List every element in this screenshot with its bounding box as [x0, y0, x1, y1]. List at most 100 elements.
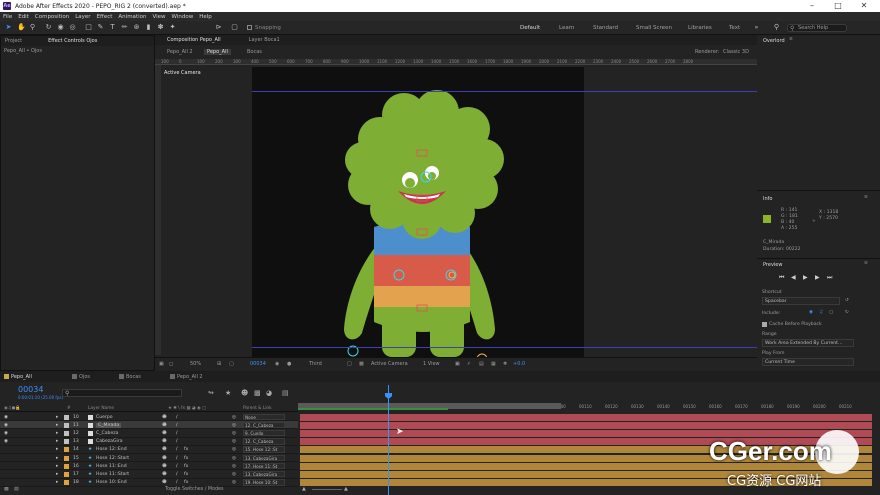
- quality-icon[interactable]: /: [176, 456, 178, 461]
- shy-icon[interactable]: ☻: [162, 472, 167, 477]
- expand-arrow-icon[interactable]: ▸: [56, 456, 58, 461]
- resolution-dropdown[interactable]: Third: [309, 361, 322, 367]
- fit-icon[interactable]: ⊞: [217, 361, 221, 367]
- parent-dropdown[interactable]: 15. Hose 12::St: [243, 446, 285, 453]
- timeline-current-time[interactable]: 00034: [18, 385, 43, 394]
- pickwhip-icon[interactable]: ◎: [232, 431, 236, 436]
- tab-effect-controls[interactable]: Effect Controls Ojos: [44, 38, 101, 44]
- shy-icon[interactable]: ☻: [162, 431, 167, 436]
- shy-layers-icon[interactable]: ☻: [241, 389, 248, 397]
- menu-edit[interactable]: Edit: [15, 14, 32, 20]
- shy-icon[interactable]: ☻: [162, 423, 167, 428]
- quality-icon[interactable]: /: [176, 447, 178, 452]
- label-color[interactable]: [64, 414, 69, 420]
- menu-window[interactable]: Window: [169, 14, 197, 20]
- layer-switches-icon[interactable]: ▩: [4, 487, 9, 492]
- parent-dropdown[interactable]: 17. Hose 11::St: [243, 462, 285, 470]
- parent-dropdown[interactable]: 13. CabezaGira: [243, 454, 285, 461]
- label-color[interactable]: [64, 430, 69, 436]
- play-from-dropdown[interactable]: Current Time: [762, 358, 854, 366]
- label-color[interactable]: [64, 455, 69, 461]
- monitor-icon[interactable]: ◻: [169, 361, 173, 367]
- fx-icon[interactable]: fx: [184, 472, 188, 477]
- parent-dropdown[interactable]: 12. C_Cabeza: [243, 421, 285, 429]
- shy-icon[interactable]: ☻: [162, 415, 167, 420]
- channel-icon[interactable]: ●: [287, 361, 291, 367]
- world-axis-icon[interactable]: ▢: [231, 24, 238, 31]
- draft-3d-icon[interactable]: ★: [225, 389, 231, 397]
- roto-brush-tool-icon[interactable]: ✽: [157, 24, 164, 31]
- layer-row[interactable]: ◉ ▸ 12 C_Cabeza ☻ / ◎ 9. Cuello: [0, 429, 298, 438]
- pickwhip-icon[interactable]: ◎: [232, 456, 236, 461]
- pickwhip-icon[interactable]: ◎: [232, 439, 236, 444]
- menu-file[interactable]: File: [0, 14, 15, 20]
- label-color[interactable]: [64, 463, 69, 469]
- expand-arrow-icon[interactable]: ▸: [56, 439, 58, 444]
- zoom-out-icon[interactable]: ▲: [302, 486, 306, 492]
- eraser-tool-icon[interactable]: ▮: [145, 24, 152, 31]
- transparency-grid-icon[interactable]: ▩: [359, 361, 364, 367]
- maximize-button[interactable]: □: [826, 0, 850, 12]
- layer-duration-bar[interactable]: [300, 413, 872, 421]
- shortcut-dropdown[interactable]: Spacebar: [762, 297, 840, 305]
- zoom-slider[interactable]: [312, 489, 342, 490]
- local-axis-icon[interactable]: ⊳: [215, 24, 222, 31]
- menu-animation[interactable]: Animation: [115, 14, 149, 20]
- shy-icon[interactable]: ☻: [162, 447, 167, 452]
- parent-dropdown[interactable]: None: [243, 413, 285, 420]
- parent-dropdown[interactable]: 12. C_Cabeza: [243, 438, 285, 445]
- motion-blur-icon[interactable]: ◕: [266, 389, 272, 397]
- layer-name[interactable]: C_Mirada: [96, 422, 122, 428]
- toggle-switches-modes[interactable]: Toggle Switches / Modes: [165, 487, 224, 492]
- next-frame-icon[interactable]: ▶: [815, 274, 820, 281]
- layer-name[interactable]: Hose 12::Start: [96, 456, 129, 461]
- workspace-learn[interactable]: Learn: [559, 25, 574, 31]
- pen-tool-icon[interactable]: ✎: [97, 24, 104, 31]
- menu-help[interactable]: Help: [196, 14, 215, 20]
- toggle-pixel-aspect-icon[interactable]: ▣: [455, 361, 460, 367]
- pan-behind-tool-icon[interactable]: ◎: [69, 24, 76, 31]
- graph-editor-icon[interactable]: ▤: [282, 389, 289, 397]
- play-icon[interactable]: ▶: [803, 274, 808, 281]
- cache-checkbox[interactable]: [762, 322, 767, 327]
- rotate-tool-icon[interactable]: ↻: [45, 24, 52, 31]
- zoom-dropdown[interactable]: 50%: [190, 361, 201, 367]
- layer-row[interactable]: ▸ 15 ★ Hose 12::Start ☻ / fx ◎ 13. Cabez…: [0, 454, 298, 463]
- quality-icon[interactable]: /: [176, 423, 178, 428]
- parent-dropdown[interactable]: 9. Cuello: [243, 429, 285, 437]
- layer-name[interactable]: Hose 11::Start: [96, 472, 129, 477]
- layer-name[interactable]: Hose 12::End: [96, 447, 127, 452]
- workspace-text[interactable]: Text: [729, 25, 740, 31]
- include-video-icon[interactable]: ◉: [809, 310, 813, 315]
- eye-icon[interactable]: ◉: [4, 415, 8, 420]
- comp-mini-flowchart-icon[interactable]: ↬: [208, 389, 214, 397]
- info-menu-icon[interactable]: ≡: [864, 195, 868, 200]
- layer-row[interactable]: ▸ 16 ★ Hose 11::End ☻ / fx ◎ 17. Hose 11…: [0, 462, 298, 471]
- tab-layer[interactable]: Layer Boca1: [245, 37, 284, 43]
- fx-icon[interactable]: fx: [184, 464, 188, 469]
- breadcrumb-pepo-all-2[interactable]: Pepo_All 2: [167, 49, 193, 55]
- quality-icon[interactable]: /: [176, 431, 178, 436]
- roi-icon[interactable]: □: [347, 361, 352, 367]
- clone-stamp-tool-icon[interactable]: ⊛: [133, 24, 140, 31]
- layer-row[interactable]: ▸ 14 ★ Hose 12::End ☻ / fx ◎ 15. Hose 12…: [0, 446, 298, 454]
- expand-arrow-icon[interactable]: ▸: [56, 447, 58, 452]
- quality-icon[interactable]: /: [176, 415, 178, 420]
- workspace-small-screen[interactable]: Small Screen: [636, 25, 672, 31]
- workspace-standard[interactable]: Standard: [593, 25, 618, 31]
- pickwhip-icon[interactable]: ◎: [232, 415, 236, 420]
- camera-view-dropdown[interactable]: Active Camera: [371, 361, 408, 367]
- fx-icon[interactable]: fx: [184, 456, 188, 461]
- layer-search-input[interactable]: ⚲: [62, 389, 182, 397]
- loop-icon[interactable]: ↻: [845, 310, 849, 315]
- expand-arrow-icon[interactable]: ▸: [56, 464, 58, 469]
- timeline-tab-pepo-all-2[interactable]: Pepo_All 2: [170, 374, 203, 380]
- layer-row[interactable]: ▸ 17 ★ Hose 11::Start ☻ / fx ◎ 13. Cabez…: [0, 470, 298, 479]
- pickwhip-icon[interactable]: ◎: [232, 464, 236, 469]
- flowchart-icon[interactable]: ▦: [491, 361, 496, 367]
- workspace-overflow-icon[interactable]: »: [753, 24, 760, 31]
- exposure-icon[interactable]: ❅: [503, 361, 507, 367]
- timeline-tab-ojos[interactable]: Ojos: [72, 374, 90, 380]
- mask-visibility-icon[interactable]: ▢: [229, 361, 234, 367]
- label-color[interactable]: [64, 439, 69, 445]
